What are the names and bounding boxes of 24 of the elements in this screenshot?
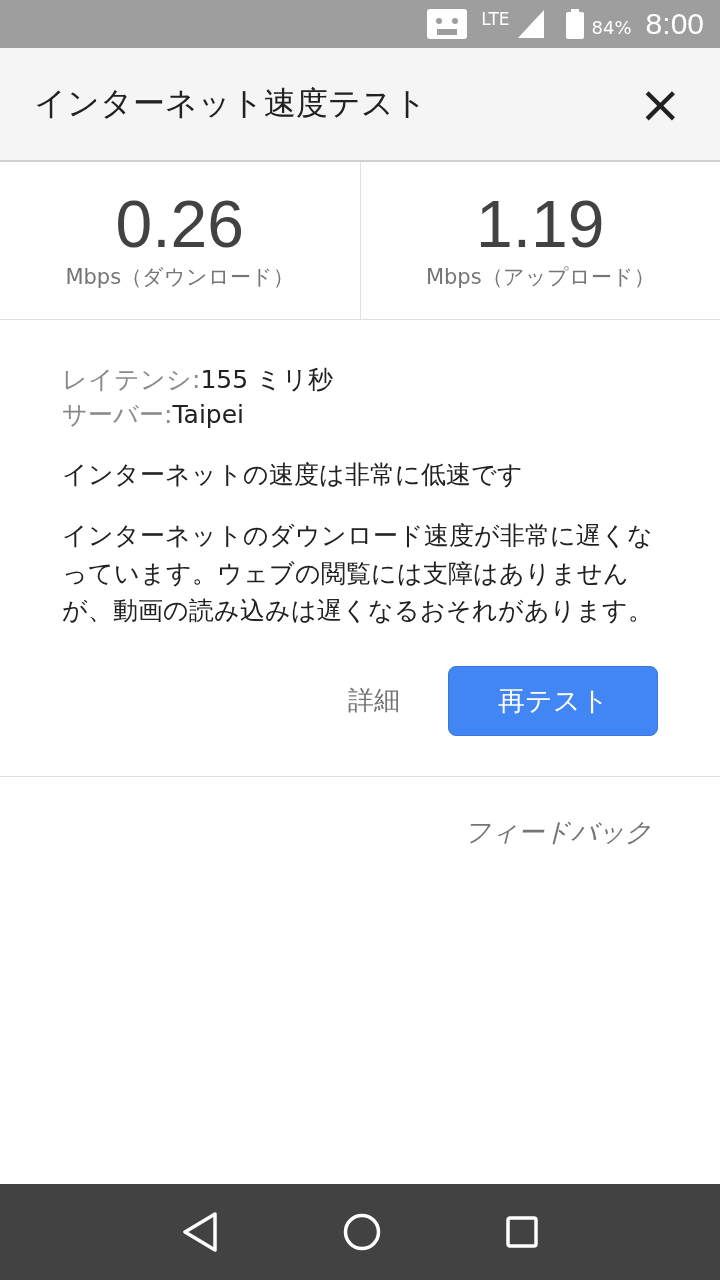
close-button[interactable]: × <box>626 78 694 130</box>
window-title: インターネット速度テスト <box>34 83 427 124</box>
signal-icon <box>517 10 544 38</box>
sim-card-icon <box>427 9 468 39</box>
battery-percent: 84% <box>591 16 632 38</box>
back-icon[interactable] <box>182 1212 219 1252</box>
recents-icon[interactable] <box>505 1216 538 1248</box>
description-text: インターネットのダウンロード速度が非常に遅くなっています。ウェブの閲覧には支障はありませんが、動画の読み込みは遅くなるおそれがあります。 <box>62 520 654 627</box>
detail-label: サーバー: <box>62 400 173 429</box>
detail-value: 155 ミリ秒 <box>200 365 334 394</box>
speed-value: 1.19 <box>476 190 605 257</box>
detail-label: レイテンシ: <box>62 365 201 394</box>
speed-value: 0.26 <box>115 190 244 257</box>
retest-button[interactable]: 再テスト <box>448 665 658 736</box>
detail-value: Taipei <box>172 400 245 429</box>
battery-icon <box>565 9 584 39</box>
summary-text: インターネットの速度は非常に低速です <box>62 459 524 491</box>
speed-unit: Mbps（ダウンロード） <box>65 263 295 291</box>
network-type: LTE <box>481 9 510 29</box>
clock: 8:00 <box>645 7 704 41</box>
home-icon[interactable] <box>343 1213 381 1251</box>
speed-unit: Mbps（アップロード） <box>425 263 655 291</box>
details-button[interactable]: 詳細 <box>340 675 408 726</box>
feedback-link[interactable]: フィードバック <box>464 814 652 850</box>
